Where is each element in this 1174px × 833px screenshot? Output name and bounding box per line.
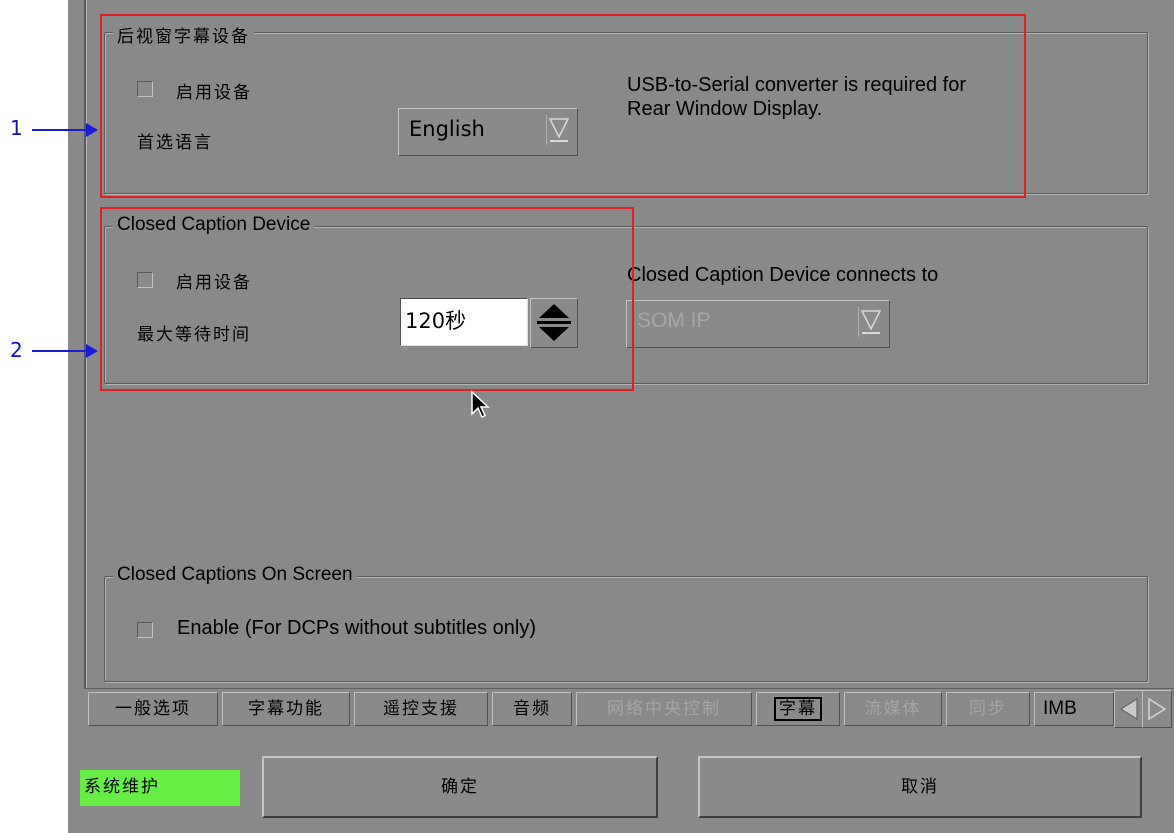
tab-sync[interactable]: 同步: [946, 692, 1030, 726]
arrow-right-icon: [1148, 697, 1167, 721]
callout-number: 2: [10, 338, 23, 362]
rear-window-enable-label: 启用设备: [176, 83, 252, 103]
ok-button[interactable]: 确定: [262, 756, 658, 818]
rear-window-legend: 后视窗字幕设备: [113, 26, 254, 48]
tab-subtitle-functions[interactable]: 字幕功能: [222, 692, 350, 726]
preferred-language-dropdown[interactable]: English: [398, 108, 578, 156]
tab-subtitles[interactable]: 字幕: [756, 692, 840, 726]
tab-streaming[interactable]: 流媒体: [844, 692, 942, 726]
cc-on-screen-checkbox[interactable]: [137, 622, 153, 638]
cc-device-enable-checkbox[interactable]: [137, 272, 153, 288]
preferred-language-label: 首选语言: [137, 133, 213, 153]
stepper-arrows-icon: [537, 304, 571, 341]
callout-number: 1: [10, 116, 23, 140]
tab-scroll-left-button[interactable]: [1114, 690, 1144, 728]
cc-on-screen-label: Enable (For DCPs without subtitles only): [177, 617, 537, 639]
cancel-button[interactable]: 取消: [698, 756, 1142, 818]
cc-connects-label: Closed Caption Device connects to: [627, 264, 939, 286]
tab-network-central-control[interactable]: 网络中央控制: [576, 692, 752, 726]
preferred-language-value: English: [409, 117, 485, 141]
cc-connects-value: SOM IP: [637, 309, 711, 332]
tab-subtitles-label: 字幕: [774, 697, 822, 721]
cc-connects-dropdown[interactable]: SOM IP: [626, 300, 890, 348]
arrow-left-icon: [1120, 698, 1138, 720]
tab-scroll-right-button[interactable]: [1142, 690, 1172, 728]
dropdown-arrow-icon: [858, 307, 882, 337]
cc-device-legend: Closed Caption Device: [113, 214, 315, 236]
rear-window-group: [104, 32, 1148, 194]
tab-remote-support[interactable]: 遥控支援: [354, 692, 488, 726]
max-wait-label: 最大等待时间: [137, 325, 251, 345]
dropdown-arrow-icon: [546, 115, 570, 145]
rear-window-note: USB-to-Serial converter is required for …: [627, 74, 967, 120]
mouse-cursor-icon: [471, 390, 490, 419]
tab-general-options[interactable]: 一般选项: [88, 692, 218, 726]
cc-device-enable-label: 启用设备: [176, 273, 252, 293]
tab-imb[interactable]: IMB: [1034, 692, 1114, 726]
rear-window-enable-checkbox[interactable]: [137, 81, 153, 97]
cc-on-screen-legend: Closed Captions On Screen: [113, 564, 357, 586]
max-wait-input[interactable]: 120秒: [400, 298, 528, 346]
max-wait-stepper[interactable]: [530, 298, 578, 348]
tab-audio[interactable]: 音频: [492, 692, 572, 726]
callout-arrow: [32, 123, 98, 137]
callout-arrow: [32, 344, 98, 358]
system-maintenance-indicator[interactable]: 系统维护: [80, 770, 240, 806]
